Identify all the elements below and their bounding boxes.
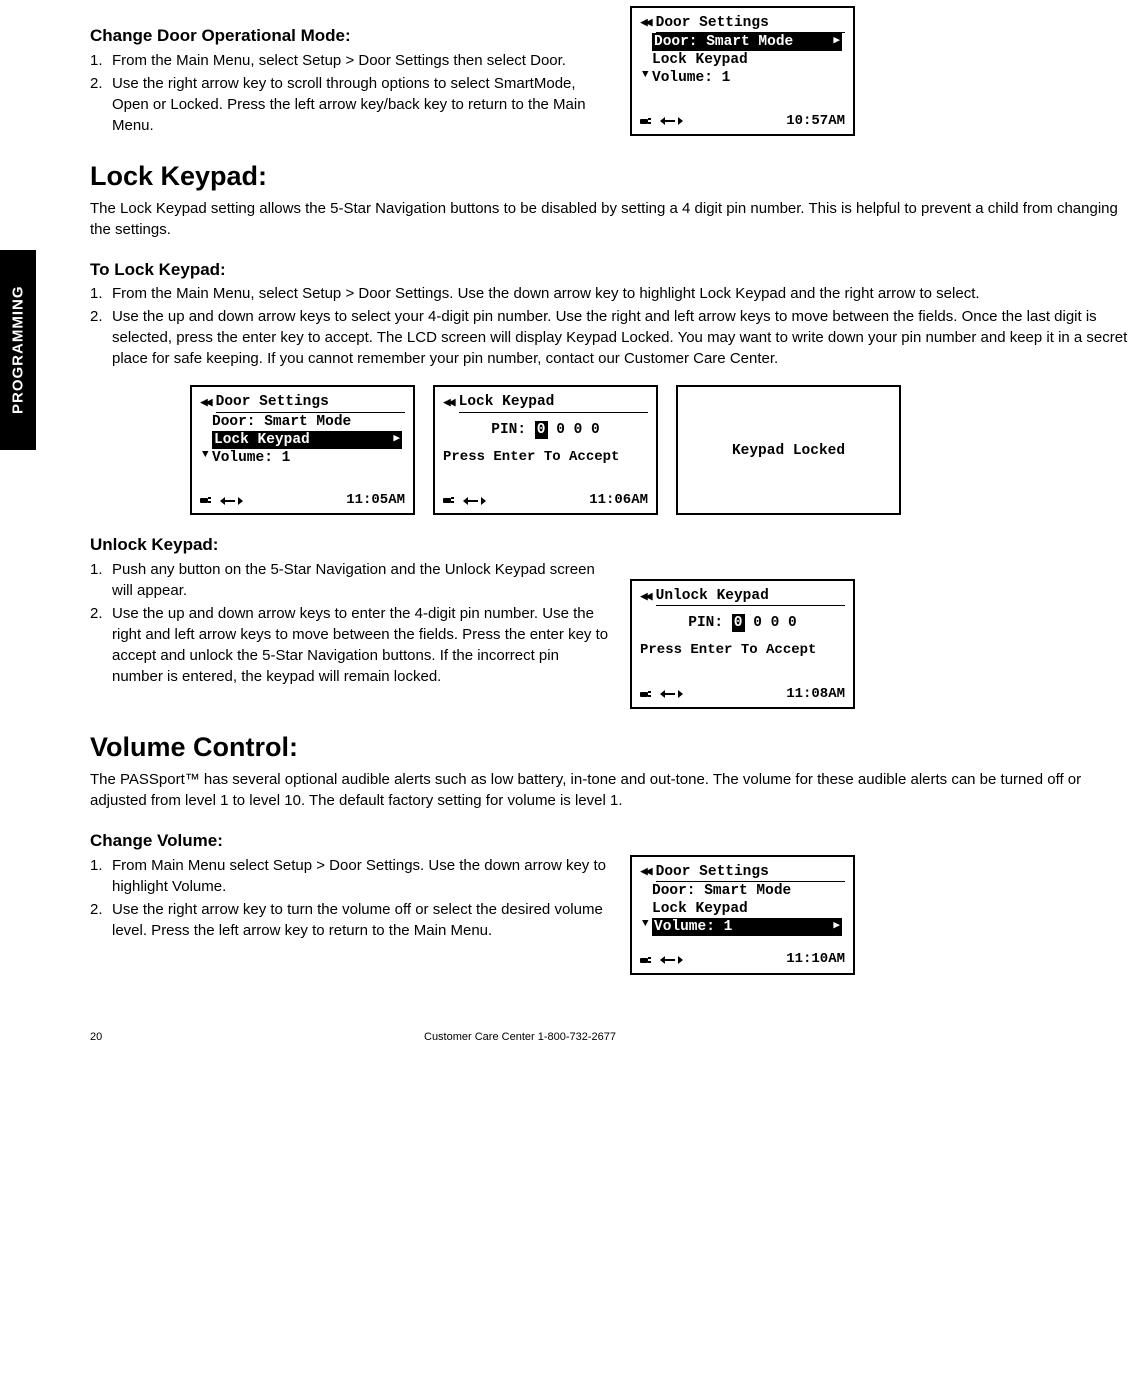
back-arrows-icon: ◀◀	[640, 15, 650, 31]
power-plug-icon	[640, 690, 654, 699]
lcd-row: Door: Smart Mode	[640, 882, 845, 900]
lcd-title: Door Settings	[216, 393, 405, 412]
lcd-selected-row: Door: Smart Mode▶	[652, 33, 842, 51]
lcd-door-settings-1: ◀◀ Door Settings Door: Smart Mode▶ Lock K…	[630, 6, 855, 136]
intro-lock-keypad: The Lock Keypad setting allows the 5-Sta…	[90, 198, 1135, 240]
nav-arrows-icon	[660, 116, 678, 126]
lcd-row: Lock Keypad	[640, 900, 845, 918]
back-arrows-icon: ◀◀	[443, 395, 453, 411]
lcd-time: 11:10AM	[786, 951, 845, 969]
lcd-message: Keypad Locked	[732, 442, 845, 460]
power-plug-icon	[640, 117, 654, 126]
step-text: From Main Menu select Setup > Door Setti…	[112, 857, 606, 895]
step-text: Use the up and down arrow keys to select…	[112, 308, 1127, 367]
step-text: Push any button on the 5-Star Navigation…	[112, 561, 595, 599]
pin-digits-rest: 0 0 0	[745, 615, 797, 631]
lcd-title: Lock Keypad	[459, 393, 648, 412]
lcd-door-settings-2: ◀◀ Door Settings Door: Smart Mode Lock Ke…	[190, 385, 415, 515]
intro-volume-control: The PASSport™ has several optional audib…	[90, 769, 1135, 811]
right-arrow-icon: ▶	[833, 35, 840, 49]
lcd-prompt: Press Enter To Accept	[443, 449, 648, 467]
nav-arrows-right-icon	[481, 496, 486, 506]
power-plug-icon	[443, 496, 457, 505]
lcd-title: Door Settings	[656, 14, 845, 33]
right-arrow-icon: ▶	[393, 433, 400, 447]
nav-arrows-right-icon	[238, 496, 243, 506]
steps-change-door-mode: 1. From the Main Menu, select Setup > Do…	[90, 50, 610, 136]
down-arrow-icon: ▼	[642, 69, 649, 83]
lcd-keypad-locked: Keypad Locked	[676, 385, 901, 515]
lcd-prompt: Press Enter To Accept	[640, 642, 845, 660]
lcd-row: Lock Keypad	[640, 51, 845, 69]
page-number: 20	[90, 1030, 424, 1045]
heading-to-lock-keypad: To Lock Keypad:	[90, 258, 1140, 282]
back-arrows-icon: ◀◀	[200, 395, 210, 411]
lcd-selected-row: Volume: 1▶	[652, 918, 842, 936]
lcd-pin-row: PIN: 0 0 0 0	[443, 421, 648, 439]
lcd-time: 11:05AM	[346, 492, 405, 510]
steps-change-volume: 1. From Main Menu select Setup > Door Se…	[90, 855, 610, 941]
nav-arrows-right-icon	[678, 116, 683, 126]
nav-arrows-icon	[220, 496, 238, 506]
back-arrows-icon: ◀◀	[640, 589, 650, 605]
down-arrow-icon: ▼	[202, 449, 209, 463]
power-plug-icon	[640, 956, 654, 965]
lcd-row: Door: Smart Mode	[200, 413, 405, 431]
nav-arrows-icon	[660, 955, 678, 965]
heading-volume-control: Volume Control:	[90, 729, 1140, 767]
lcd-title: Unlock Keypad	[656, 587, 845, 606]
heading-change-door-mode: Change Door Operational Mode:	[90, 24, 610, 48]
right-arrow-icon: ▶	[833, 920, 840, 934]
lcd-pin-row: PIN: 0 0 0 0	[640, 614, 845, 632]
lcd-time: 11:08AM	[786, 686, 845, 704]
step-text: Use the right arrow key to scroll throug…	[112, 75, 586, 134]
step-text: From the Main Menu, select Setup > Door …	[112, 285, 980, 302]
step-text: Use the up and down arrow keys to enter …	[112, 605, 608, 685]
nav-arrows-right-icon	[678, 689, 683, 699]
pin-digit-selected: 0	[535, 421, 548, 439]
lcd-unlock-keypad: ◀◀ Unlock Keypad PIN: 0 0 0 0 Press Enter…	[630, 579, 855, 709]
power-plug-icon	[200, 496, 214, 505]
sidebar-tab-programming: PROGRAMMING	[0, 250, 36, 450]
lcd-time: 10:57AM	[786, 113, 845, 131]
lcd-time: 11:06AM	[589, 492, 648, 510]
step-text: Use the right arrow key to turn the volu…	[112, 901, 603, 939]
heading-change-volume: Change Volume:	[90, 829, 1140, 853]
nav-arrows-icon	[463, 496, 481, 506]
lcd-door-settings-volume: ◀◀ Door Settings Door: Smart Mode Lock Ke…	[630, 855, 855, 975]
pin-digits-rest: 0 0 0	[548, 422, 600, 438]
steps-to-lock-keypad: 1.From the Main Menu, select Setup > Doo…	[90, 283, 1135, 369]
lcd-lock-keypad-pin: ◀◀ Lock Keypad PIN: 0 0 0 0 Press Enter T…	[433, 385, 658, 515]
pin-digit-selected: 0	[732, 614, 745, 632]
lcd-row: Volume: 1	[212, 450, 290, 466]
back-arrows-icon: ◀◀	[640, 864, 650, 880]
down-arrow-icon: ▼	[642, 918, 649, 932]
lcd-row: Volume: 1	[652, 70, 730, 86]
heading-unlock-keypad: Unlock Keypad:	[90, 533, 1140, 557]
heading-lock-keypad: Lock Keypad:	[90, 158, 1140, 196]
nav-arrows-icon	[660, 689, 678, 699]
lcd-selected-row: Lock Keypad▶	[212, 431, 402, 449]
footer-care-center: Customer Care Center 1-800-732-2677	[424, 1030, 616, 1045]
nav-arrows-right-icon	[678, 955, 683, 965]
lcd-title: Door Settings	[656, 863, 845, 882]
step-text: From the Main Menu, select Setup > Door …	[112, 52, 566, 69]
steps-unlock-keypad: 1.Push any button on the 5-Star Navigati…	[90, 559, 610, 687]
